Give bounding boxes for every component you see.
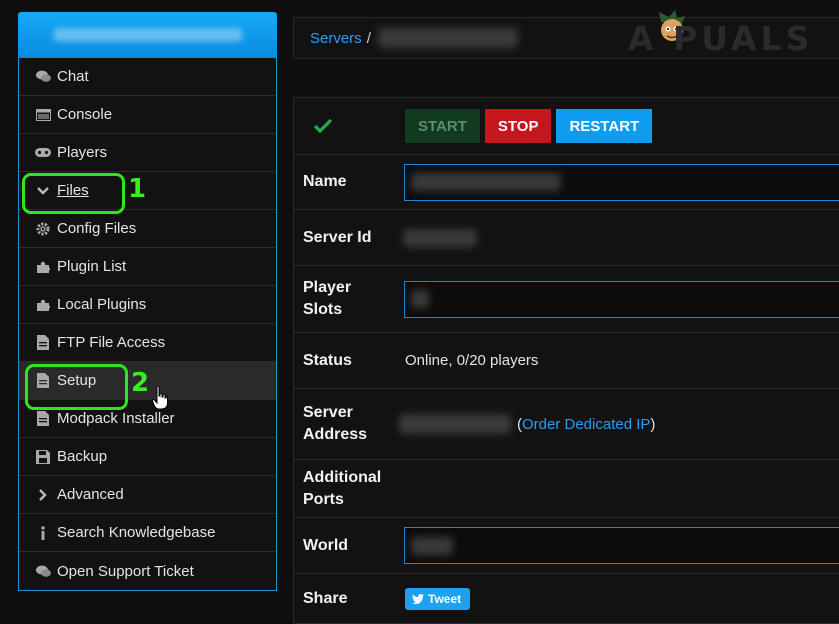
chat-icon <box>35 69 51 85</box>
hand-cursor-icon <box>151 385 168 415</box>
sidebar-item-label: Setup <box>57 372 97 389</box>
breadcrumb-separator: / <box>366 29 371 47</box>
paren-close: ) <box>650 415 656 433</box>
sidebar-item-search-knowledgebase[interactable]: Search Knowledgebase <box>19 514 276 552</box>
server-address-row: Server Address (Order Dedicated IP) <box>294 389 839 460</box>
order-dedicated-ip-link[interactable]: Order Dedicated IP <box>522 416 650 433</box>
control-buttons: START STOP RESTART <box>405 98 839 154</box>
controls-row: START STOP RESTART <box>294 98 839 155</box>
sidebar-item-label: Plugin List <box>57 258 127 275</box>
start-button[interactable]: START <box>405 109 480 143</box>
sidebar-item-files[interactable]: Files <box>19 172 276 210</box>
chevron-right-icon <box>35 487 51 503</box>
file-icon <box>35 373 51 389</box>
restart-button[interactable]: RESTART <box>556 109 653 143</box>
blurred-server-name <box>52 28 243 42</box>
sidebar-item-config-files[interactable]: Config Files <box>19 210 276 248</box>
sidebar-item-label: Files <box>57 182 89 199</box>
additional-ports-label: Additional Ports <box>303 468 382 508</box>
name-input[interactable] <box>404 163 839 201</box>
status-label: Status <box>303 351 352 369</box>
server-address-label: Server Address <box>303 404 368 443</box>
sidebar-item-label: Advanced <box>57 486 124 503</box>
sidebar-item-backup[interactable]: Backup <box>19 438 276 476</box>
sidebar-item-label: Players <box>57 144 108 161</box>
file-icon <box>35 411 51 427</box>
tweet-label: Tweet <box>428 591 462 606</box>
player-slots-row: Player Slots <box>294 266 839 333</box>
world-row: World <box>294 518 839 574</box>
annotation-number-1: 1 <box>128 174 147 204</box>
sidebar-item-label: FTP File Access <box>57 334 166 351</box>
blurred-server-address <box>399 414 511 434</box>
blurred-slots-value <box>411 290 429 308</box>
sidebar-item-local-plugins[interactable]: Local Plugins <box>19 286 276 324</box>
info-icon <box>35 525 51 541</box>
server-name-header <box>18 12 277 58</box>
chat-icon <box>35 563 51 579</box>
sidebar-item-plugin-list[interactable]: Plugin List <box>19 248 276 286</box>
sidebar-item-chat[interactable]: Chat <box>19 58 276 96</box>
player-slots-input[interactable] <box>404 280 839 318</box>
sidebar-item-label: Search Knowledgebase <box>57 524 216 541</box>
floppy-icon <box>35 449 51 465</box>
sidebar-item-label: Backup <box>57 448 108 465</box>
sidebar-item-label: Console <box>57 106 113 123</box>
blurred-name-value <box>411 173 561 191</box>
file-icon <box>35 335 51 351</box>
sidebar-item-label: Config Files <box>57 220 137 237</box>
sidebar-item-open-support-ticket[interactable]: Open Support Ticket <box>19 552 276 590</box>
sidebar-item-label: Chat <box>57 68 89 85</box>
sidebar-item-ftp-file-access[interactable]: FTP File Access <box>19 324 276 362</box>
sidebar-item-label: Open Support Ticket <box>57 562 194 580</box>
server-settings-panel: START STOP RESTART Name Server Id Player… <box>293 97 839 624</box>
console-icon <box>35 107 51 123</box>
sidebar-item-players[interactable]: Players <box>19 134 276 172</box>
gear-icon <box>35 221 51 237</box>
chevron-down-icon <box>35 183 51 199</box>
sidebar-item-label: Local Plugins <box>57 296 147 313</box>
watermark-logo: A PUALS <box>628 19 814 58</box>
blurred-world-value <box>411 536 453 555</box>
additional-ports-row: Additional Ports <box>294 460 839 518</box>
checkmark-icon <box>303 115 333 137</box>
puzzle-icon <box>35 259 51 275</box>
tweet-button[interactable]: Tweet <box>405 587 471 610</box>
world-input[interactable] <box>404 527 839 564</box>
share-row: Share Tweet <box>294 574 839 623</box>
share-label: Share <box>303 589 348 607</box>
sidebar: Chat Console Players Files Config Files <box>18 12 277 591</box>
twitter-bird-icon <box>412 593 424 604</box>
sidebar-item-modpack-installer[interactable]: Modpack Installer <box>19 400 276 438</box>
status-check <box>294 98 405 154</box>
puzzle-icon <box>35 297 51 313</box>
sidebar-menu: Chat Console Players Files Config Files <box>18 58 277 591</box>
status-value: Online, 0/20 players <box>405 352 539 369</box>
name-label: Name <box>303 173 347 190</box>
player-slots-label: Player Slots <box>303 279 352 318</box>
status-row: Status Online, 0/20 players <box>294 333 839 389</box>
breadcrumb-servers-link[interactable]: Servers <box>310 30 362 47</box>
blurred-server-title <box>377 28 518 48</box>
server-id-label: Server Id <box>303 228 372 246</box>
server-id-row: Server Id <box>294 210 839 266</box>
name-row: Name <box>294 155 839 210</box>
sidebar-item-console[interactable]: Console <box>19 96 276 134</box>
world-label: World <box>303 536 349 554</box>
blurred-server-id <box>403 228 477 247</box>
stop-button[interactable]: STOP <box>484 109 552 143</box>
sidebar-item-advanced[interactable]: Advanced <box>19 476 276 514</box>
annotation-number-2: 2 <box>131 368 150 398</box>
gamepad-icon <box>35 145 51 161</box>
